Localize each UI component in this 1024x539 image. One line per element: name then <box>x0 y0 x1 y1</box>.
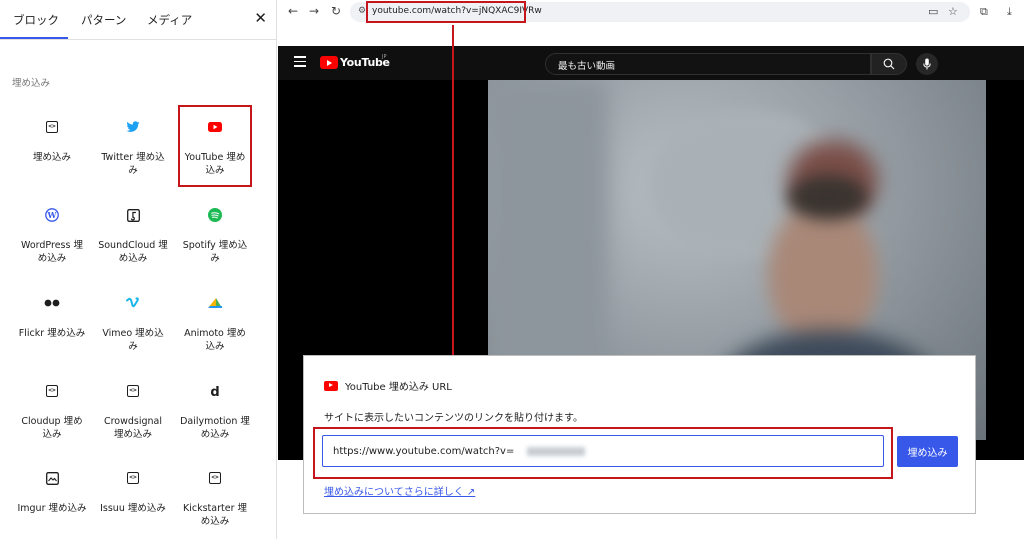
embed-title: YouTube 埋め込み URL <box>324 378 452 393</box>
cast-icon[interactable]: ▭ <box>928 5 938 18</box>
block-animoto[interactable]: Animoto 埋め込み <box>180 283 250 361</box>
youtube-header: YouTube JP 最も古い動画 <box>278 46 1024 80</box>
block-issuu[interactable]: <> Issuu 埋め込み <box>98 458 168 536</box>
learn-more-link[interactable]: 埋め込みについてさらに詳しく ↗ <box>324 483 475 498</box>
search-icon <box>883 58 895 70</box>
embed-button[interactable]: 埋め込み <box>897 436 958 467</box>
tab-patterns[interactable]: パターン <box>81 12 126 28</box>
url-highlight-box <box>366 1 526 23</box>
reload-icon[interactable]: ↻ <box>331 4 341 18</box>
block-label: Dailymotion 埋め込み <box>180 416 250 440</box>
block-label: YouTube 埋め込み <box>184 152 246 176</box>
block-imgur[interactable]: Imgur 埋め込み <box>17 458 87 536</box>
flickr-icon <box>44 295 60 311</box>
block-embed[interactable]: <> 埋め込み <box>17 107 87 185</box>
region-code: JP <box>382 54 387 60</box>
block-inserter-panel: ブロック パターン メディア ✕ 埋め込み <> 埋め込み Twitter 埋め… <box>0 0 277 539</box>
embed-generic-icon: <> <box>125 470 141 486</box>
embed-url-input[interactable] <box>322 435 884 467</box>
download-icon[interactable]: ⤓ <box>1007 5 1012 19</box>
svg-text:d: d <box>210 385 219 398</box>
dailymotion-icon: d <box>207 383 223 399</box>
tab-media[interactable]: メディア <box>147 12 192 28</box>
soundcloud-icon <box>125 207 141 223</box>
forward-icon[interactable]: → <box>309 4 319 18</box>
embed-generic-icon: <> <box>125 383 141 399</box>
block-youtube[interactable]: YouTube 埋め込み <box>178 105 252 187</box>
block-label: Kickstarter 埋め込み <box>183 503 247 527</box>
block-kickstarter[interactable]: <> Kickstarter 埋め込み <box>180 458 250 536</box>
embed-title-text: YouTube 埋め込み URL <box>345 382 452 393</box>
animoto-icon <box>207 295 223 311</box>
block-wordpress[interactable]: W WordPress 埋め込み <box>17 195 87 273</box>
menu-icon[interactable] <box>294 56 306 70</box>
tab-blocks[interactable]: ブロック <box>13 12 59 28</box>
browser-toolbar: ← → ↻ ⚙ youtube.com/watch?v=jNQXAC9IVRw … <box>278 0 1024 24</box>
inserter-tabs: ブロック パターン メディア ✕ <box>0 0 277 40</box>
block-crowdsignal[interactable]: <> Crowdsignal 埋め込み <box>98 371 168 449</box>
block-label: Spotify 埋め込み <box>182 240 248 264</box>
block-label: SoundCloud 埋め込み <box>98 240 168 264</box>
embed-generic-icon: <> <box>44 383 60 399</box>
youtube-play-icon <box>320 56 338 69</box>
section-title: 埋め込み <box>12 78 51 89</box>
extensions-icon[interactable]: ⧉ <box>980 5 988 19</box>
block-label: Vimeo 埋め込み <box>102 328 164 352</box>
block-label: Issuu 埋め込み <box>100 503 166 514</box>
embed-instruction: サイトに表示したいコンテンツのリンクを貼り付けます。 <box>324 413 583 424</box>
youtube-embed-block: YouTube 埋め込み URL サイトに表示したいコンテンツのリンクを貼り付け… <box>303 355 976 514</box>
block-spotify[interactable]: Spotify 埋め込み <box>180 195 250 273</box>
youtube-logo[interactable]: YouTube JP <box>320 54 390 69</box>
redacted-video-id <box>527 447 585 456</box>
youtube-icon <box>324 380 338 391</box>
active-tab-indicator <box>0 37 68 39</box>
search-input[interactable]: 最も古い動画 <box>545 53 871 75</box>
close-icon[interactable]: ✕ <box>254 9 267 27</box>
block-cloudup[interactable]: <> Cloudup 埋め込み <box>17 371 87 449</box>
pointer-arrow-line <box>452 25 454 409</box>
vimeo-icon <box>125 295 141 311</box>
block-label: 埋め込み <box>32 152 71 163</box>
bookmark-star-icon[interactable]: ☆ <box>948 5 958 18</box>
block-label: Flickr 埋め込み <box>18 328 86 339</box>
block-vimeo[interactable]: Vimeo 埋め込み <box>98 283 168 361</box>
spotify-icon <box>207 207 223 223</box>
block-label: Imgur 埋め込み <box>17 503 87 514</box>
block-label: WordPress 埋め込み <box>21 240 83 264</box>
block-twitter[interactable]: Twitter 埋め込み <box>98 107 168 185</box>
embed-generic-icon: <> <box>44 119 60 135</box>
mic-icon <box>923 58 931 70</box>
block-label: Cloudup 埋め込み <box>21 416 83 440</box>
block-flickr[interactable]: Flickr 埋め込み <box>17 283 87 361</box>
svg-text:W: W <box>47 210 58 220</box>
embed-generic-icon: <> <box>207 470 223 486</box>
block-dailymotion[interactable]: d Dailymotion 埋め込み <box>180 371 250 449</box>
voice-search-button[interactable] <box>916 53 938 75</box>
back-icon[interactable]: ← <box>288 4 298 18</box>
block-label: Animoto 埋め込み <box>184 328 246 352</box>
wordpress-icon: W <box>44 207 60 223</box>
twitter-icon <box>125 119 141 135</box>
search-value: 最も古い動画 <box>558 61 616 72</box>
block-label: Crowdsignal 埋め込み <box>103 416 163 440</box>
block-soundcloud[interactable]: SoundCloud 埋め込み <box>98 195 168 273</box>
youtube-icon <box>207 119 223 135</box>
search-button[interactable] <box>871 53 907 75</box>
imgur-icon <box>44 470 60 486</box>
block-label: Twitter 埋め込み <box>101 152 165 176</box>
site-info-icon[interactable]: ⚙ <box>358 6 366 16</box>
